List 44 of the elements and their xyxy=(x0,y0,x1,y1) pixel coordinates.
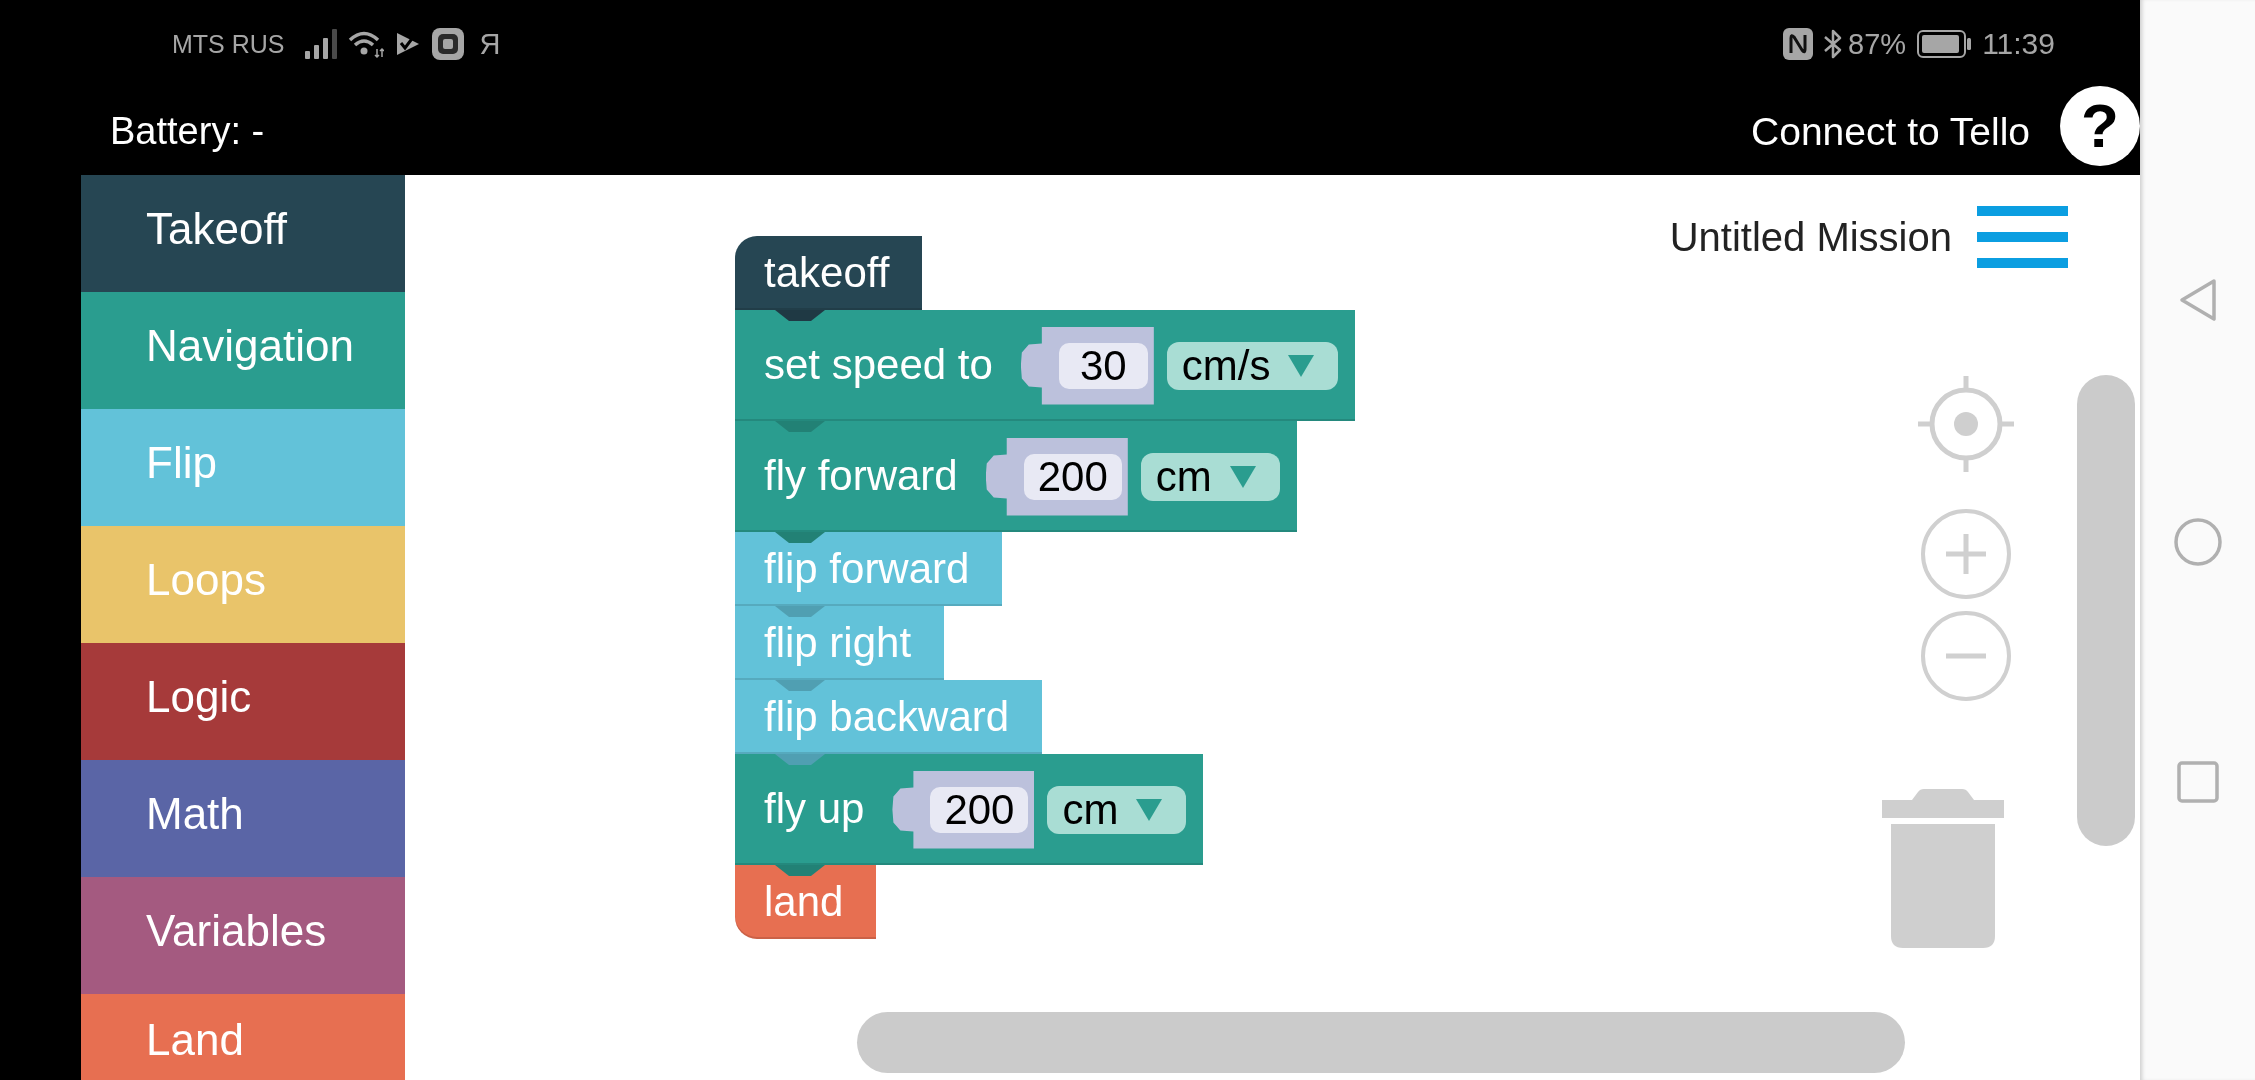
crosshair-icon[interactable] xyxy=(1918,376,2014,472)
block-label: land xyxy=(764,877,844,927)
mission-title: Untitled Mission xyxy=(1669,214,1952,260)
notification-glyph: Я xyxy=(479,27,501,61)
trash-icon[interactable] xyxy=(1882,786,2004,948)
number-field[interactable]: 200 xyxy=(930,786,1029,833)
bluetooth-icon xyxy=(1823,28,1844,60)
battery-icon xyxy=(1917,30,1973,58)
category-item[interactable]: Variables xyxy=(81,877,405,994)
block-label: fly up xyxy=(764,785,865,834)
block-label: flip right xyxy=(764,618,912,668)
unit-dropdown[interactable]: cm/s xyxy=(1166,341,1339,390)
number-field[interactable]: 200 xyxy=(1023,453,1122,500)
connect-button[interactable]: Connect to Tello xyxy=(1751,109,2030,154)
block-label: set speed to xyxy=(764,341,993,390)
battery-status: Battery: - xyxy=(110,110,265,153)
category-item[interactable]: Logic xyxy=(81,643,405,760)
recents-icon[interactable] xyxy=(2176,761,2219,803)
block-label: fly forward xyxy=(764,452,958,501)
category-item[interactable]: Takeoff xyxy=(81,175,405,292)
nfc-icon xyxy=(1783,28,1814,60)
clock: 11:39 xyxy=(1982,27,2055,61)
zoom-in-icon[interactable] xyxy=(1920,508,2012,600)
category-item[interactable]: Math xyxy=(81,760,405,877)
back-icon[interactable] xyxy=(2177,278,2218,322)
app-icon xyxy=(431,28,464,60)
block-label: takeoff xyxy=(764,248,890,298)
block-label: flip forward xyxy=(764,544,970,594)
home-icon[interactable] xyxy=(2173,518,2222,566)
flag-check-icon xyxy=(395,32,420,56)
zoom-out-icon[interactable] xyxy=(1920,610,2012,702)
caret-icon xyxy=(1288,354,1315,377)
unit-dropdown[interactable]: cm xyxy=(1140,452,1280,501)
carrier-name: MTS RUS xyxy=(172,29,285,59)
battery-percent: 87% xyxy=(1848,27,1907,61)
wifi-icon xyxy=(347,29,384,59)
block-label: flip backward xyxy=(764,692,1010,742)
menu-icon[interactable] xyxy=(1977,206,2068,268)
caret-icon xyxy=(1229,465,1256,488)
help-button[interactable]: ? xyxy=(2060,86,2140,166)
caret-icon xyxy=(1136,798,1163,821)
unit-dropdown[interactable]: cm xyxy=(1047,785,1187,834)
signal-icon xyxy=(304,29,339,59)
number-field[interactable]: 30 xyxy=(1058,342,1148,389)
